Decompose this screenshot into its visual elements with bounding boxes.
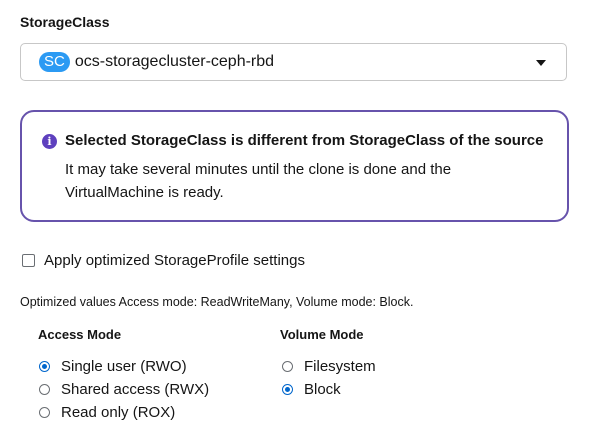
access-mode-option[interactable]: Read only (ROX) (39, 404, 175, 421)
volume-mode-option[interactable]: Block (282, 381, 341, 398)
storage-class-select[interactable]: SC ocs-storagecluster-ceph-rbd (20, 43, 567, 81)
access-mode-option[interactable]: Shared access (RWX) (39, 381, 209, 398)
radio-label[interactable]: Shared access (RWX) (61, 381, 209, 398)
storage-class-value: ocs-storagecluster-ceph-rbd (74, 53, 275, 70)
optimize-checkbox-row[interactable]: Apply optimized StorageProfile settings (22, 252, 305, 269)
radio-label[interactable]: Single user (RWO) (61, 358, 187, 375)
optimize-checkbox-label[interactable]: Apply optimized StorageProfile settings (44, 252, 305, 269)
optimize-checkbox[interactable] (22, 254, 35, 267)
info-alert: i Selected StorageClass is different fro… (20, 110, 569, 222)
alert-body: It may take several minutes until the cl… (65, 161, 452, 201)
radio-label[interactable]: Block (304, 381, 341, 398)
caret-down-icon (536, 60, 546, 66)
volume-mode-filesystem-radio[interactable] (282, 361, 293, 372)
volume-mode-title: Volume Mode (280, 327, 364, 342)
access-mode-option[interactable]: Single user (RWO) (39, 358, 187, 375)
storage-class-badge: SC (39, 52, 70, 72)
radio-label[interactable]: Read only (ROX) (61, 404, 175, 421)
info-icon: i (42, 134, 57, 149)
volume-mode-option[interactable]: Filesystem (282, 358, 376, 375)
access-mode-title: Access Mode (38, 327, 122, 342)
access-mode-rox-radio[interactable] (39, 407, 50, 418)
volume-mode-block-radio[interactable] (282, 384, 293, 395)
storage-class-label: StorageClass (20, 14, 110, 30)
access-mode-rwo-radio[interactable] (39, 361, 50, 372)
access-mode-rwx-radio[interactable] (39, 384, 50, 395)
optimized-values-hint: Optimized values Access mode: ReadWriteM… (20, 295, 414, 309)
radio-label[interactable]: Filesystem (304, 358, 376, 375)
alert-title: Selected StorageClass is different from … (65, 132, 544, 149)
